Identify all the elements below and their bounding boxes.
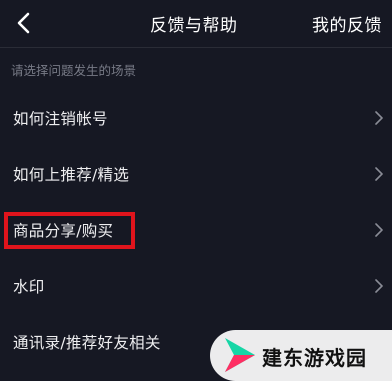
chevron-right-icon	[375, 111, 383, 125]
list-item-label: 通讯录/推荐好友相关	[13, 334, 161, 352]
top-bar: 反馈与帮助 我的反馈	[0, 0, 392, 46]
page-title: 反馈与帮助	[150, 16, 238, 36]
chevron-right-icon	[375, 167, 383, 181]
list-item-label: 如何注销帐号	[13, 110, 108, 128]
list-item-label: 如何上推荐/精选	[13, 166, 130, 184]
list-item-watermark[interactable]: 水印	[0, 258, 392, 314]
play-logo-icon	[225, 338, 255, 372]
chevron-left-icon	[17, 12, 30, 34]
header-divider	[0, 47, 392, 48]
my-feedback-link[interactable]: 我的反馈	[312, 11, 382, 36]
list-item-cancel-account[interactable]: 如何注销帐号	[0, 90, 392, 146]
list-item-label: 水印	[13, 278, 45, 296]
chevron-right-icon	[375, 223, 383, 237]
chevron-right-icon	[375, 279, 383, 293]
highlight-box	[4, 212, 135, 249]
watermark-badge: 建东游戏园	[210, 330, 392, 381]
list-item-recommend[interactable]: 如何上推荐/精选	[0, 146, 392, 202]
watermark-text: 建东游戏园	[262, 346, 367, 370]
section-hint: 请选择问题发生的场景	[11, 63, 137, 78]
back-button[interactable]	[10, 9, 38, 37]
